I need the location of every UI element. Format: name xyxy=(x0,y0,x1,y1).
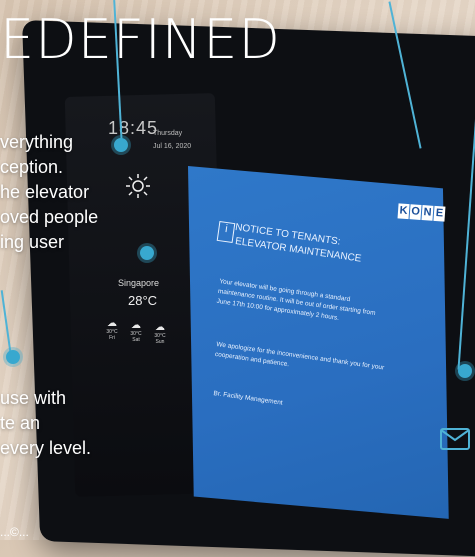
weather-city: Singapore xyxy=(118,278,160,288)
forecast-day: Sun xyxy=(155,339,165,345)
weather-temp: 28°C xyxy=(128,293,158,308)
cloud-icon: ☁ xyxy=(131,320,141,331)
forecast-day: Fri xyxy=(109,335,115,341)
paragraph-line: verything xyxy=(0,132,74,152)
mail-icon[interactable] xyxy=(440,428,470,450)
info-icon: i xyxy=(216,220,236,244)
forecast-item: ☁ 30°C Sat xyxy=(126,320,146,343)
callout-dot xyxy=(114,138,128,152)
paragraph-line: oved people xyxy=(0,207,99,227)
paragraph-line: te an xyxy=(0,413,41,433)
callout-dot xyxy=(140,246,154,260)
paragraph-line: use with xyxy=(0,388,67,408)
forecast-day: Sat xyxy=(132,337,140,343)
forecast-item: ☁ 30°C Fri xyxy=(102,318,122,341)
clock-time: 18:45 xyxy=(108,118,159,138)
callout-dot xyxy=(6,350,20,364)
clock-day: Thursday xyxy=(153,130,183,137)
cloud-icon: ☁ xyxy=(107,318,117,329)
forecast-item: ☁ 30°C Sun xyxy=(150,322,170,345)
callout-dot xyxy=(458,364,472,378)
footer-text: ...©... xyxy=(0,525,29,539)
paragraph-2: use with te an every level. xyxy=(0,386,91,461)
headline: EDEFINED xyxy=(0,8,281,71)
paragraph-line: he elevator xyxy=(0,182,90,202)
paragraph-line: ception. xyxy=(0,157,64,177)
cloud-icon: ☁ xyxy=(155,322,165,333)
kone-logo: KONE xyxy=(397,203,446,222)
paragraph-1: verything ception. he elevator oved peop… xyxy=(0,130,98,255)
clock-date: Jul 16, 2020 xyxy=(153,143,192,150)
sun-icon xyxy=(126,174,150,198)
paragraph-line: ing user xyxy=(0,232,65,252)
paragraph-line: every level. xyxy=(0,438,92,458)
